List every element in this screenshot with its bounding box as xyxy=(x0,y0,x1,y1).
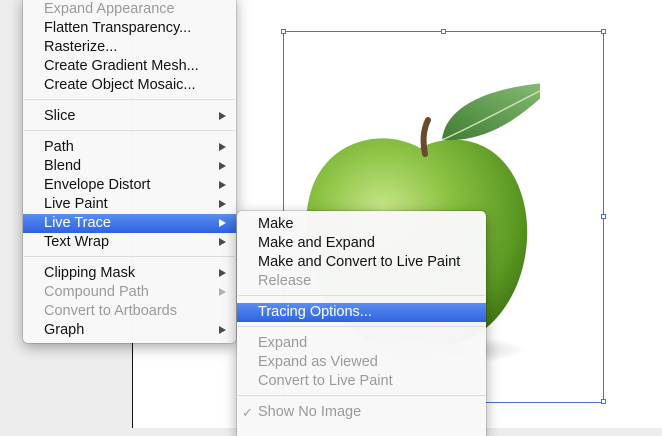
submenu-arrow-icon xyxy=(219,326,226,334)
menu-item-convert-to-artboards[interactable]: Convert to Artboards xyxy=(23,302,236,321)
submenu-arrow-icon xyxy=(219,219,226,227)
menu-item-graph[interactable]: Graph xyxy=(23,321,236,340)
object-menu: Expand Appearance Flatten Transparency..… xyxy=(23,0,236,343)
submenu-item-make-and-convert[interactable]: Make and Convert to Live Paint xyxy=(237,253,486,272)
menu-separator xyxy=(24,99,235,100)
menu-item-slice[interactable]: Slice xyxy=(23,107,236,126)
submenu-arrow-icon xyxy=(219,112,226,120)
submenu-arrow-icon xyxy=(219,181,226,189)
submenu-item-show-no-image[interactable]: ✓ Show No Image xyxy=(237,403,486,422)
menu-item-flatten-transparency[interactable]: Flatten Transparency... xyxy=(23,19,236,38)
submenu-item-release[interactable]: Release xyxy=(237,272,486,291)
submenu-item-expand[interactable]: Expand xyxy=(237,334,486,353)
menu-item-envelope-distort[interactable]: Envelope Distort xyxy=(23,176,236,195)
resize-handle[interactable] xyxy=(441,29,446,34)
menu-item-blend[interactable]: Blend xyxy=(23,157,236,176)
menu-separator xyxy=(24,256,235,257)
menu-item-expand-appearance[interactable]: Expand Appearance xyxy=(23,0,236,19)
submenu-arrow-icon xyxy=(219,143,226,151)
checkmark-icon: ✓ xyxy=(242,405,253,420)
resize-handle[interactable] xyxy=(281,29,286,34)
submenu-arrow-icon xyxy=(219,162,226,170)
submenu-arrow-icon xyxy=(219,269,226,277)
menu-separator xyxy=(238,295,485,296)
submenu-arrow-icon xyxy=(219,238,226,246)
submenu-arrow-icon xyxy=(219,288,226,296)
menu-item-create-object-mosaic[interactable]: Create Object Mosaic... xyxy=(23,76,236,95)
menu-separator xyxy=(24,130,235,131)
menu-item-rasterize[interactable]: Rasterize... xyxy=(23,38,236,57)
submenu-arrow-icon xyxy=(219,200,226,208)
resize-handle[interactable] xyxy=(601,214,606,219)
menu-item-live-paint[interactable]: Live Paint xyxy=(23,195,236,214)
submenu-item-make[interactable]: Make xyxy=(237,215,486,234)
menu-item-text-wrap[interactable]: Text Wrap xyxy=(23,233,236,252)
menu-item-path[interactable]: Path xyxy=(23,138,236,157)
menu-item-clipping-mask[interactable]: Clipping Mask xyxy=(23,264,236,283)
submenu-item-expand-as-viewed[interactable]: Expand as Viewed xyxy=(237,353,486,372)
menu-item-compound-path[interactable]: Compound Path xyxy=(23,283,236,302)
menu-item-create-gradient-mesh[interactable]: Create Gradient Mesh... xyxy=(23,57,236,76)
resize-handle[interactable] xyxy=(601,399,606,404)
submenu-item-convert-to-live-paint[interactable]: Convert to Live Paint xyxy=(237,372,486,391)
submenu-item-tracing-options[interactable]: Tracing Options... xyxy=(237,303,486,322)
menu-separator xyxy=(238,395,485,396)
menu-item-live-trace[interactable]: Live Trace xyxy=(23,214,236,233)
resize-handle[interactable] xyxy=(601,29,606,34)
live-trace-submenu: Make Make and Expand Make and Convert to… xyxy=(237,211,486,436)
menu-separator xyxy=(238,326,485,327)
submenu-item-make-and-expand[interactable]: Make and Expand xyxy=(237,234,486,253)
